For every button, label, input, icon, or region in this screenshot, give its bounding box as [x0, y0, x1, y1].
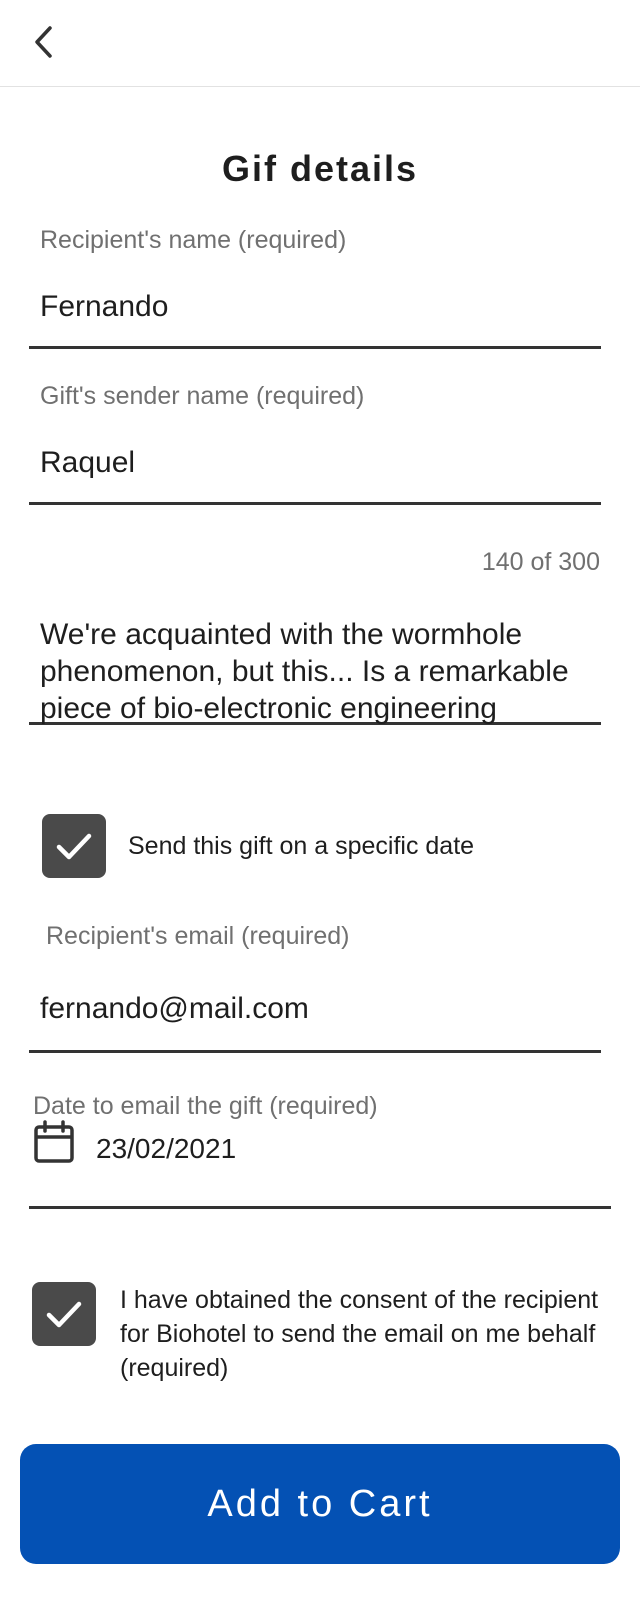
page-title: Gif details [221, 148, 419, 189]
recipient-email-label: Recipient's email (required) [46, 922, 350, 950]
sender-name-field[interactable]: Raquel [29, 436, 601, 505]
recipient-name-value: Fernando [40, 290, 169, 323]
check-icon [46, 1301, 82, 1328]
recipient-email-field[interactable]: fernando@mail.com [29, 982, 601, 1053]
specific-date-checkbox[interactable] [42, 814, 106, 878]
email-date-label: Date to email the gift (required) [33, 1092, 378, 1120]
top-bar [0, 0, 640, 87]
email-date-field[interactable]: 23/02/2021 [29, 1130, 611, 1209]
sender-name-value: Raquel [40, 446, 136, 479]
recipient-name-label: Recipient's name (required) [40, 226, 347, 254]
specific-date-label: Send this gift on a specific date [128, 832, 475, 860]
check-icon [56, 833, 92, 860]
message-value: We're acquainted with the wormhole pheno… [40, 618, 569, 725]
recipient-email-value: fernando@mail.com [40, 992, 309, 1025]
consent-label: I have obtained the consent of the recip… [120, 1286, 599, 1382]
message-char-counter: 140 of 300 [481, 548, 600, 576]
recipient-name-field[interactable]: Fernando [29, 280, 601, 349]
email-date-value: 23/02/2021 [96, 1133, 237, 1164]
chevron-left-icon [35, 26, 52, 58]
consent-checkbox[interactable] [32, 1282, 96, 1346]
add-to-cart-button[interactable]: Add to Cart [20, 1444, 620, 1564]
sender-name-label: Gift's sender name (required) [40, 382, 365, 410]
back-button[interactable] [22, 20, 66, 64]
